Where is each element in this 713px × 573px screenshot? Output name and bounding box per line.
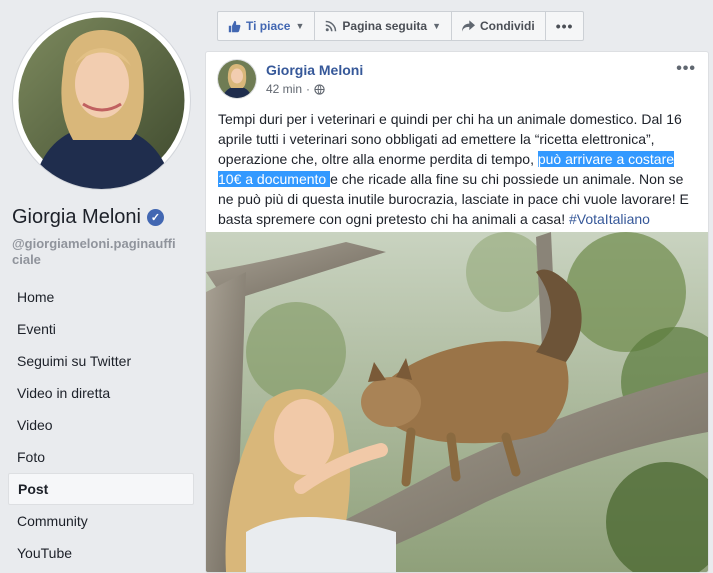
rss-feed-icon (326, 20, 337, 32)
like-label: Ti piace (246, 19, 291, 33)
page-sidebar: Giorgia Meloni ✓ @giorgiameloni.paginauf… (0, 0, 205, 571)
sidebar-item-post[interactable]: Post (8, 473, 194, 505)
chevron-down-icon: ▼ (295, 21, 305, 31)
share-label: Condividi (480, 19, 535, 33)
share-arrow-icon (462, 20, 476, 32)
post-author[interactable]: Giorgia Meloni (266, 62, 363, 78)
author-avatar[interactable] (218, 60, 256, 98)
post-timestamp[interactable]: 42 min (266, 82, 302, 96)
page-username: @giorgiameloni.paginaufficiale (12, 236, 176, 267)
share-page-button[interactable]: Condividi (452, 12, 546, 40)
page-title[interactable]: Giorgia Meloni ✓ (12, 206, 164, 229)
verified-badge-icon: ✓ (146, 209, 164, 226)
post-options-icon[interactable]: ••• (676, 60, 696, 78)
sidebar-item-community[interactable]: Community (8, 505, 194, 537)
sidebar-item-youtube[interactable]: YouTube (8, 537, 194, 569)
globe-icon[interactable] (314, 83, 325, 95)
more-dots-icon: ••• (555, 18, 574, 34)
hashtag-link[interactable]: #VotaItaliano (569, 211, 650, 227)
profile-picture[interactable] (13, 12, 190, 189)
sidebar-item-video[interactable]: Video (8, 409, 194, 441)
post-body: Tempi duri per i veterinari e quindi per… (218, 109, 698, 229)
sidebar-item-eventi[interactable]: Eventi (8, 313, 194, 345)
thumbs-up-icon (228, 20, 241, 32)
like-page-button[interactable]: Ti piace ▼ (218, 12, 316, 40)
post-photo[interactable] (206, 232, 708, 572)
sidebar-item-twitter[interactable]: Seguimi su Twitter (8, 345, 194, 377)
post-header: Giorgia Meloni 42 min · ••• (218, 60, 698, 100)
post-card: Giorgia Meloni 42 min · ••• Tempi duri p… (205, 51, 709, 573)
chevron-down-icon: ▼ (432, 21, 442, 31)
sidebar-item-live-video[interactable]: Video in diretta (8, 377, 194, 409)
sidebar-item-foto[interactable]: Foto (8, 441, 194, 473)
page-action-bar: Ti piace ▼ Pagina seguita ▼ Condividi ••… (217, 11, 585, 41)
follow-page-button[interactable]: Pagina seguita ▼ (315, 12, 453, 40)
page-name-text[interactable]: Giorgia Meloni (12, 206, 141, 229)
sidebar-nav: Home Eventi Seguimi su Twitter Video in … (8, 281, 194, 569)
post-meta: 42 min · (266, 82, 325, 96)
sidebar-item-home[interactable]: Home (8, 281, 194, 313)
follow-label: Pagina seguita (342, 19, 428, 33)
more-options-button[interactable]: ••• (546, 12, 584, 40)
